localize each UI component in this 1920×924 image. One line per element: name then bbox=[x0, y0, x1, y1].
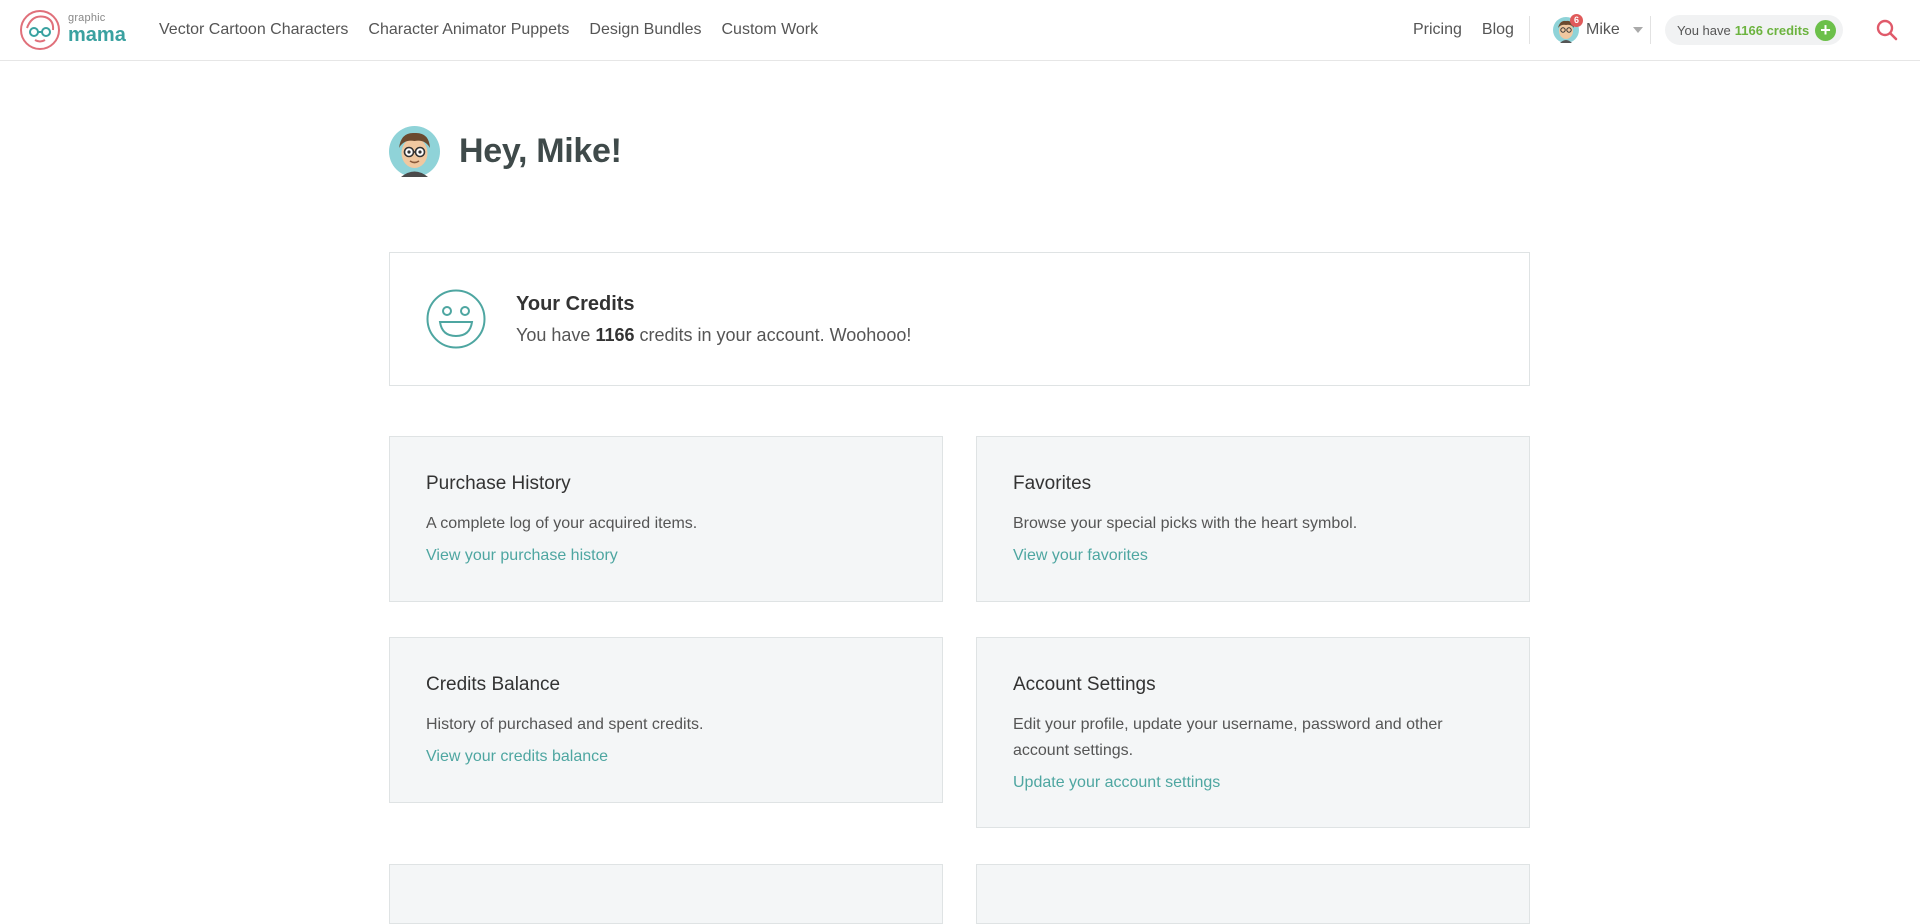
nav-divider bbox=[1529, 16, 1530, 44]
credits-pill-amount: 1166 credits bbox=[1734, 22, 1810, 38]
avatar: 6 bbox=[1553, 14, 1583, 43]
card-partial bbox=[389, 864, 943, 924]
card-description: History of purchased and spent credits. bbox=[426, 716, 704, 733]
card-title: Account Settings bbox=[1013, 674, 1156, 695]
credits-pill-prefix: You have bbox=[1677, 22, 1731, 38]
card-account-settings: Account Settings Edit your profile, upda… bbox=[976, 637, 1530, 828]
user-name: Mike bbox=[1586, 21, 1620, 38]
update-account-settings-link[interactable]: Update your account settings bbox=[1013, 774, 1220, 792]
credits-pill[interactable]: You have 1166 credits + bbox=[1665, 15, 1843, 45]
card-description: Edit your profile, update your username,… bbox=[1013, 716, 1443, 759]
view-credits-balance-link[interactable]: View your credits balance bbox=[426, 748, 608, 766]
main-nav: Vector Cartoon Characters Character Anim… bbox=[159, 0, 818, 60]
credits-summary-box: Your Credits You have 1166 credits in yo… bbox=[389, 252, 1530, 386]
caret-down-icon bbox=[1632, 27, 1643, 33]
nav-design-bundles[interactable]: Design Bundles bbox=[589, 21, 701, 39]
card-credits-balance: Credits Balance History of purchased and… bbox=[389, 637, 943, 803]
card-title: Purchase History bbox=[426, 473, 571, 494]
graphicmama-logo[interactable]: graphic mama bbox=[18, 8, 128, 52]
credits-text: You have 1166 credits in your account. W… bbox=[516, 325, 911, 346]
credits-text-after: credits in your account. Woohooo! bbox=[639, 325, 912, 345]
smiley-icon bbox=[426, 289, 486, 349]
avatar bbox=[389, 126, 440, 177]
logo-text-big: mama bbox=[68, 24, 126, 46]
nav-divider bbox=[1650, 16, 1651, 44]
card-purchase-history: Purchase History A complete log of your … bbox=[389, 436, 943, 602]
nav-custom-work[interactable]: Custom Work bbox=[722, 21, 819, 39]
card-partial bbox=[976, 864, 1530, 924]
right-nav: Pricing Blog bbox=[1413, 0, 1514, 60]
user-menu[interactable]: 6 Mike bbox=[1553, 14, 1643, 45]
nav-character-animator-puppets[interactable]: Character Animator Puppets bbox=[368, 21, 569, 39]
nav-vector-cartoon-characters[interactable]: Vector Cartoon Characters bbox=[159, 21, 348, 39]
credits-amount: 1166 bbox=[595, 325, 635, 345]
credits-title: Your Credits bbox=[516, 293, 635, 315]
greeting: Hey, Mike! bbox=[389, 126, 622, 177]
notification-badge: 6 bbox=[1570, 14, 1583, 27]
logo-mama-icon bbox=[20, 10, 60, 50]
add-credits-plus-icon[interactable]: + bbox=[1815, 20, 1836, 41]
nav-blog[interactable]: Blog bbox=[1482, 21, 1514, 39]
view-favorites-link[interactable]: View your favorites bbox=[1013, 547, 1148, 565]
nav-pricing[interactable]: Pricing bbox=[1413, 21, 1462, 39]
page-title: Hey, Mike! bbox=[459, 132, 622, 170]
search-icon[interactable] bbox=[1875, 18, 1899, 42]
card-title: Favorites bbox=[1013, 473, 1092, 494]
card-favorites: Favorites Browse your special picks with… bbox=[976, 436, 1530, 602]
view-purchase-history-link[interactable]: View your purchase history bbox=[426, 547, 618, 565]
logo-text-small: graphic bbox=[68, 12, 106, 24]
card-description: A complete log of your acquired items. bbox=[426, 515, 698, 532]
top-header: graphic mama Vector Cartoon Characters C… bbox=[0, 0, 1920, 61]
credits-text-before: You have bbox=[516, 325, 591, 345]
card-title: Credits Balance bbox=[426, 674, 561, 695]
card-description: Browse your special picks with the heart… bbox=[1013, 515, 1358, 532]
